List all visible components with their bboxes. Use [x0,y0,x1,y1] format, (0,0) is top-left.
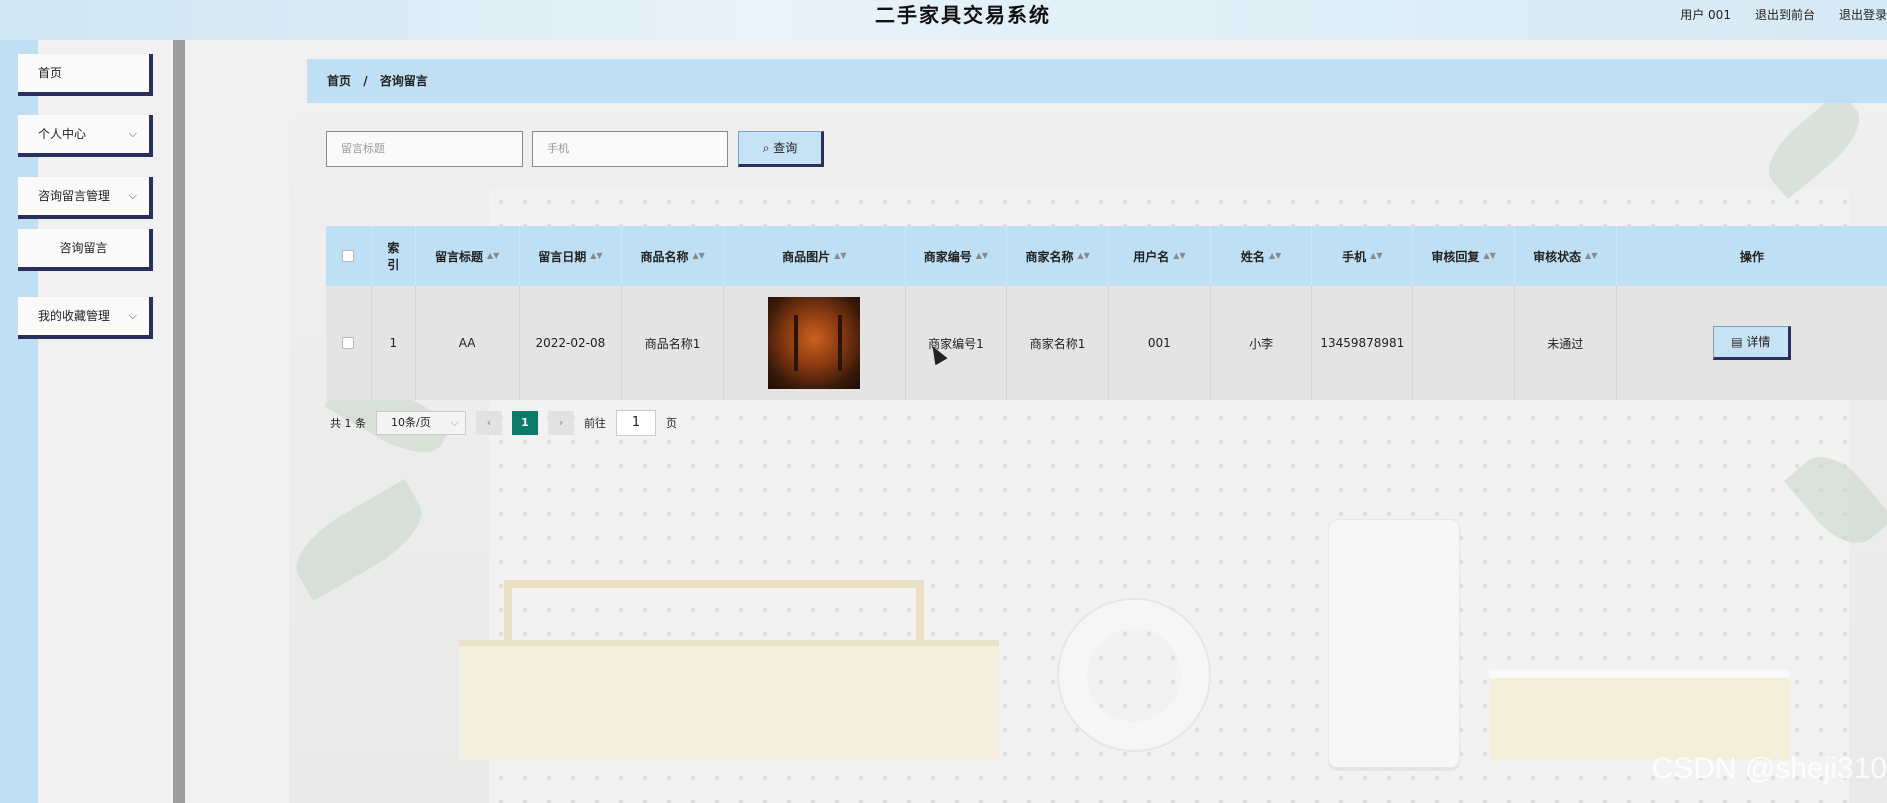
prev-page-button[interactable]: ‹ [476,411,502,435]
column-header-action: 操作 [1739,249,1764,264]
sidebar-subitem-messages[interactable]: 咨询留言 [18,229,153,271]
chevron-down-icon: ⌵ [128,189,137,202]
table-header: 索引 留言标题 ▲▼ 留言日期 ▲▼ 商品名称 ▲▼ 商品图片 ▲▼ 商家编号 ▲▼ 商家… [326,226,1887,286]
page-size-select[interactable]: 10条/页 ⌵ [376,411,466,435]
column-header-index[interactable]: 索引 [372,226,416,286]
sort-icon[interactable]: ▲▼ [590,252,602,260]
decor-cylinder [1329,520,1459,770]
cell-phone: 13459878981 [1312,286,1414,400]
chevron-down-icon: ⌵ [128,127,137,140]
page-number-current[interactable]: 1 [512,411,538,435]
column-header-reply[interactable]: 审核回复 ▲▼ [1413,226,1515,286]
sidebar-item-label: 咨询留言管理 [38,189,111,203]
sidebar-item-label: 首页 [38,66,63,80]
column-header-product[interactable]: 商品名称 ▲▼ [622,226,724,286]
cell-username: 001 [1109,286,1211,400]
column-header-merchant-no[interactable]: 商家编号 ▲▼ [906,226,1008,286]
detail-button-label: 详情 [1746,335,1771,349]
sidebar-item-favorites-management[interactable]: 我的收藏管理 ⌵ [18,297,153,339]
column-header-name[interactable]: 姓名 ▲▼ [1211,226,1313,286]
breadcrumb-home[interactable]: 首页 [327,74,351,88]
back-to-front-link[interactable]: 退出到前台 [1755,6,1815,23]
cell-index: 1 [372,286,416,400]
cell-title: AA [416,286,520,400]
sort-icon[interactable]: ▲▼ [1370,252,1382,260]
app-title: 二手家具交易系统 [875,3,1051,27]
user-label: 用户 001 [1680,8,1731,22]
column-header-status[interactable]: 审核状态 ▲▼ [1515,226,1617,286]
sort-icon[interactable]: ▲▼ [834,252,846,260]
logout-link[interactable]: 退出登录 [1839,6,1887,23]
top-header: 二手家具交易系统 用户 001 退出到前台 退出登录 [0,0,1887,40]
column-header-image[interactable]: 商品图片 ▲▼ [724,226,906,286]
header-links: 用户 001 退出到前台 退出登录 [1680,6,1887,23]
data-table: 索引 留言标题 ▲▼ 留言日期 ▲▼ 商品名称 ▲▼ 商品图片 ▲▼ 商家编号 ▲▼ 商家… [326,226,1887,400]
column-header-merchant-name[interactable]: 商家名称 ▲▼ [1007,226,1109,286]
breadcrumb: 首页 / 咨询留言 [307,59,1887,103]
cell-image [724,286,906,400]
breadcrumb-separator: / [363,74,368,88]
search-icon: ⌕ [762,141,770,155]
breadcrumb-current: 咨询留言 [379,74,428,88]
search-button-label: 查询 [773,141,798,155]
sidebar-item-home[interactable]: 首页 [18,54,153,96]
column-header-date[interactable]: 留言日期 ▲▼ [520,226,623,286]
next-page-button[interactable]: › [548,411,574,435]
cell-product: 商品名称1 [622,286,724,400]
cell-action: ▤ 详情 [1617,286,1887,400]
column-header-phone[interactable]: 手机 ▲▼ [1312,226,1414,286]
document-icon: ▤ [1731,335,1743,349]
sort-icon[interactable]: ▲▼ [976,252,988,260]
sort-icon[interactable]: ▲▼ [487,252,499,260]
watermark: CSDN @sheji310 [1651,752,1887,785]
goto-page-input[interactable]: 1 [616,410,656,436]
product-image[interactable] [768,297,861,389]
cell-status: 未通过 [1515,286,1617,400]
sidebar-item-personal-center[interactable]: 个人中心 ⌵ [18,115,153,157]
column-header-title[interactable]: 留言标题 ▲▼ [416,226,520,286]
sidebar-item-label: 我的收藏管理 [38,309,111,323]
table-row: 1 AA 2022-02-08 商品名称1 商家编号1 商家名称1 001 小李… [326,286,1887,400]
column-header-username[interactable]: 用户名 ▲▼ [1109,226,1211,286]
title-search-input[interactable]: 留言标题 [326,131,523,167]
chevron-down-icon: ⌵ [128,309,137,322]
cell-merchant-name: 商家名称1 [1007,286,1109,400]
goto-label: 前往 [584,417,606,430]
detail-button[interactable]: ▤ 详情 [1712,326,1791,360]
cell-date: 2022-02-08 [520,286,623,400]
sort-icon[interactable]: ▲▼ [1269,252,1281,260]
plant-leaf [1755,90,1873,200]
sort-icon[interactable]: ▲▼ [692,252,704,260]
decor-book [1489,670,1789,760]
sidebar-divider [173,40,185,803]
row-checkbox[interactable] [326,286,372,400]
decor-tray [504,580,924,640]
sort-icon[interactable]: ▲▼ [1173,252,1185,260]
cell-reply [1413,286,1515,400]
decor-box [459,640,999,760]
decor-ring [1059,600,1209,750]
page-unit-label: 页 [666,417,677,430]
total-count: 共 1 条 [330,417,366,430]
search-button[interactable]: ⌕ 查询 [738,131,824,167]
chevron-down-icon: ⌵ [450,416,459,429]
sort-icon[interactable]: ▲▼ [1585,252,1597,260]
sidebar-item-message-management[interactable]: 咨询留言管理 ⌵ [18,177,153,219]
sidebar-item-label: 个人中心 [38,127,87,141]
plant-leaf [289,479,435,601]
content-gutter [185,40,289,803]
phone-search-input[interactable]: 手机 [532,131,728,167]
cell-name: 小李 [1211,286,1313,400]
cell-merchant-no: 商家编号1 [906,286,1008,400]
sort-icon[interactable]: ▲▼ [1077,252,1089,260]
sidebar-item-label: 咨询留言 [59,241,108,255]
select-all-checkbox[interactable] [326,226,372,286]
sort-icon[interactable]: ▲▼ [1483,252,1495,260]
pagination: 共 1 条 10条/页 ⌵ ‹ 1 › 前往 1 页 [330,410,677,436]
